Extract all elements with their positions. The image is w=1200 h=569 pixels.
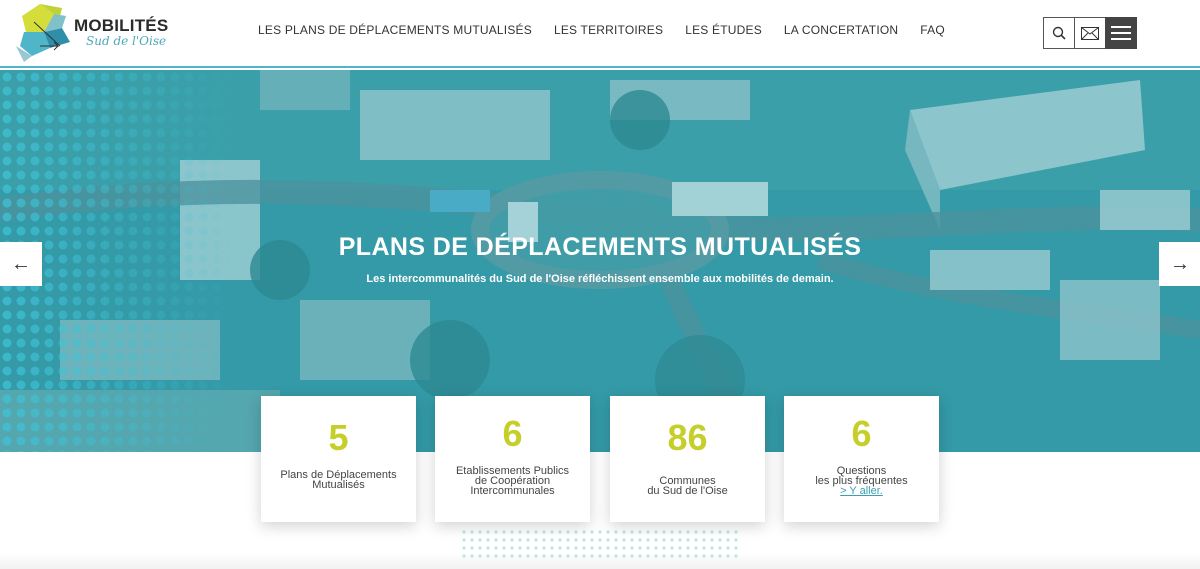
- nav-item-concertation[interactable]: LA CONCERTATION: [784, 23, 898, 37]
- nav-item-plans[interactable]: LES PLANS DE DÉPLACEMENTS MUTUALISÉS: [258, 23, 532, 37]
- hero-banner: PLANS DE DÉPLACEMENTS MUTUALISÉS Les int…: [0, 70, 1200, 452]
- main-nav: LES PLANS DE DÉPLACEMENTS MUTUALISÉS LES…: [258, 23, 945, 37]
- stat-number: 6: [851, 413, 872, 454]
- nav-item-territoires[interactable]: LES TERRITOIRES: [554, 23, 663, 37]
- faq-link[interactable]: > Y aller.: [784, 486, 939, 497]
- stat-card-faq[interactable]: 6 Questions les plus fréquentes > Y alle…: [784, 396, 939, 522]
- menu-button[interactable]: [1105, 17, 1137, 49]
- stat-card-epci[interactable]: 6 Etablissements Publics de Coopération …: [435, 396, 590, 522]
- hamburger-icon: [1111, 26, 1131, 40]
- site-header: MOBILITÉS Sud de l'Oise LES PLANS DE DÉP…: [0, 0, 1200, 68]
- hero-subtitle: Les intercommunalités du Sud de l'Oise r…: [366, 273, 834, 285]
- nav-item-faq[interactable]: FAQ: [920, 23, 945, 37]
- stat-card-plans[interactable]: 5 Plans de Déplacements Mutualisés: [261, 396, 416, 522]
- stat-number: 6: [502, 413, 523, 454]
- slider-prev-button[interactable]: ←: [0, 242, 42, 286]
- arrow-right-icon: →: [1170, 252, 1190, 275]
- stat-label: Plans de Déplacements Mutualisés: [280, 469, 397, 491]
- arrow-left-icon: ←: [11, 252, 31, 275]
- stat-label: Communes du Sud de l'Oise: [647, 475, 728, 497]
- stat-card-communes[interactable]: 86 Communes du Sud de l'Oise: [610, 396, 765, 522]
- site-logo[interactable]: MOBILITÉS Sud de l'Oise: [14, 2, 184, 64]
- slider-next-button[interactable]: →: [1159, 242, 1200, 286]
- logo-title: MOBILITÉS: [74, 16, 169, 35]
- header-tools: [1043, 17, 1137, 49]
- stat-label: Etablissements Publics de Coopération In…: [455, 465, 570, 497]
- stat-number: 86: [667, 417, 708, 458]
- hero-title: PLANS DE DÉPLACEMENTS MUTUALISÉS: [338, 233, 862, 261]
- nav-item-etudes[interactable]: LES ÉTUDES: [685, 23, 762, 37]
- mail-button[interactable]: [1074, 17, 1106, 49]
- stat-number: 5: [328, 417, 349, 458]
- search-button[interactable]: [1043, 17, 1075, 49]
- decorative-dots: [460, 528, 740, 558]
- logo-subtitle: Sud de l'Oise: [86, 34, 167, 48]
- stat-label: Questions les plus fréquentes: [815, 465, 908, 487]
- search-icon: [1052, 26, 1066, 40]
- mail-icon: [1081, 26, 1099, 40]
